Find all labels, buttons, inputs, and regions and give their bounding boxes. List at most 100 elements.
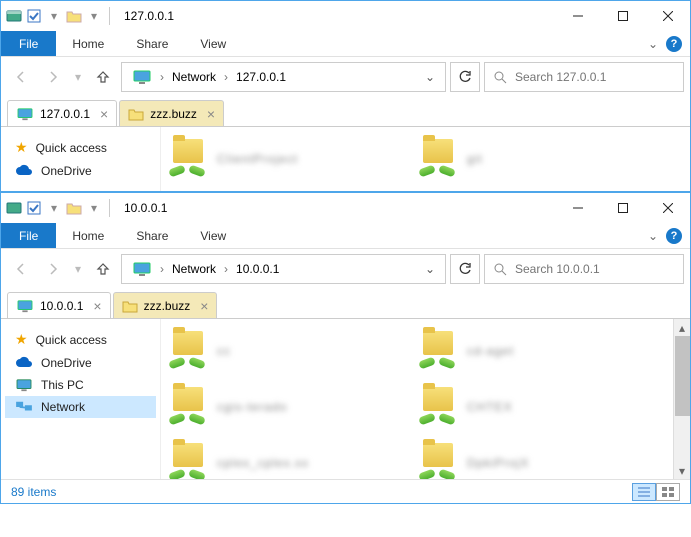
close-tab-icon[interactable]: ×: [207, 107, 215, 121]
qat-overflow-icon[interactable]: ▾: [85, 199, 103, 217]
sidebar-item-onedrive[interactable]: OneDrive: [5, 160, 156, 182]
expand-ribbon-icon[interactable]: ⌄: [648, 229, 658, 243]
minimize-button[interactable]: [555, 193, 600, 223]
address-bar[interactable]: › Network › 10.0.0.1 ⌄: [121, 254, 446, 284]
close-button[interactable]: [645, 1, 690, 31]
minimize-button[interactable]: [555, 1, 600, 31]
chevron-right-icon[interactable]: ›: [224, 262, 228, 276]
refresh-button[interactable]: [450, 254, 480, 284]
doc-tab-host[interactable]: 10.0.0.1 ×: [7, 292, 111, 318]
sidebar-item-quick-access[interactable]: ★ Quick access: [5, 327, 156, 352]
search-box[interactable]: [484, 254, 684, 284]
doc-tab-zzz[interactable]: zzz.buzz ×: [119, 100, 224, 126]
search-box[interactable]: [484, 62, 684, 92]
up-button[interactable]: [89, 63, 117, 91]
sidebar-item-network[interactable]: Network: [5, 396, 156, 418]
ribbon-tab-view[interactable]: View: [184, 223, 242, 248]
up-button[interactable]: [89, 255, 117, 283]
chevron-right-icon[interactable]: ›: [224, 70, 228, 84]
address-dropdown-icon[interactable]: ⌄: [419, 262, 441, 276]
scroll-down-icon[interactable]: ▾: [674, 462, 690, 479]
address-dropdown-icon[interactable]: ⌄: [419, 70, 441, 84]
computer-icon[interactable]: [126, 259, 158, 279]
doc-tab-zzz[interactable]: zzz.buzz ×: [113, 292, 218, 318]
icons-view-button[interactable]: [656, 483, 680, 501]
help-icon[interactable]: ?: [666, 36, 682, 52]
file-tab[interactable]: File: [1, 31, 56, 56]
expand-ribbon-icon[interactable]: ⌄: [648, 37, 658, 51]
checkbox-icon[interactable]: [25, 7, 43, 25]
breadcrumb-network[interactable]: Network: [166, 68, 222, 86]
breadcrumb-host[interactable]: 10.0.0.1: [230, 260, 285, 278]
breadcrumb-host[interactable]: 127.0.0.1: [230, 68, 292, 86]
vertical-scrollbar[interactable]: ▴ ▾: [673, 319, 690, 479]
properties-icon[interactable]: [5, 7, 23, 25]
share-folder-item[interactable]: cplex_cplex.xx: [161, 439, 391, 479]
maximize-button[interactable]: [600, 1, 645, 31]
checkbox-icon[interactable]: [25, 199, 43, 217]
recent-dropdown[interactable]: ▾: [71, 63, 85, 91]
chevron-right-icon[interactable]: ›: [160, 70, 164, 84]
close-tab-icon[interactable]: ×: [200, 299, 208, 313]
refresh-button[interactable]: [450, 62, 480, 92]
search-input[interactable]: [515, 262, 675, 276]
recent-dropdown[interactable]: ▾: [71, 255, 85, 283]
qat-overflow-icon[interactable]: ▾: [85, 7, 103, 25]
chevron-right-icon[interactable]: ›: [160, 262, 164, 276]
back-button[interactable]: [7, 63, 35, 91]
computer-icon: [16, 107, 34, 121]
share-folder-item[interactable]: cc: [161, 327, 391, 375]
scroll-up-icon[interactable]: ▴: [674, 319, 690, 336]
share-folder-item[interactable]: cd-aget: [411, 327, 641, 375]
sidebar-item-label: Quick access: [36, 141, 107, 155]
ribbon-tab-home[interactable]: Home: [56, 223, 120, 248]
doc-tab-label: zzz.buzz: [144, 299, 191, 313]
qat-dropdown-icon[interactable]: ▾: [45, 7, 63, 25]
doc-tab-label: 10.0.0.1: [40, 299, 83, 313]
sidebar-item-onedrive[interactable]: OneDrive: [5, 352, 156, 374]
share-folder-item[interactable]: CHTEX: [411, 383, 641, 431]
quick-access-toolbar: ▾ ▾: [1, 199, 118, 217]
share-folder-item[interactable]: cgis-terado: [161, 383, 391, 431]
ribbon-tab-share[interactable]: Share: [120, 31, 184, 56]
close-button[interactable]: [645, 193, 690, 223]
qat-dropdown-icon[interactable]: ▾: [45, 199, 63, 217]
back-button[interactable]: [7, 255, 35, 283]
network-share-icon: [417, 387, 457, 427]
properties-icon[interactable]: [5, 199, 23, 217]
titlebar[interactable]: ▾ ▾ 127.0.0.1: [1, 1, 690, 31]
ribbon-tab-home[interactable]: Home: [56, 31, 120, 56]
search-input[interactable]: [515, 70, 675, 84]
sidebar-item-label: OneDrive: [41, 356, 92, 370]
ribbon-tab-share[interactable]: Share: [120, 223, 184, 248]
scrollbar-thumb[interactable]: [675, 336, 690, 416]
quick-access-toolbar: ▾ ▾: [1, 7, 118, 25]
window-title: 10.0.0.1: [124, 201, 167, 215]
content-pane[interactable]: cc cd-aget cgis-terado CHTEX cplex_cplex…: [161, 319, 672, 479]
content-pane[interactable]: ClientProject git: [161, 127, 690, 191]
forward-button[interactable]: [39, 63, 67, 91]
details-view-button[interactable]: [632, 483, 656, 501]
share-folder-item[interactable]: DpkiProjX: [411, 439, 641, 479]
close-tab-icon[interactable]: ×: [100, 107, 108, 121]
share-folder-item[interactable]: git: [411, 135, 641, 183]
ribbon-tab-view[interactable]: View: [184, 31, 242, 56]
help-icon[interactable]: ?: [666, 228, 682, 244]
new-folder-icon[interactable]: [65, 7, 83, 25]
sidebar-item-label: This PC: [41, 378, 84, 392]
titlebar[interactable]: ▾ ▾ 10.0.0.1: [1, 193, 690, 223]
sidebar-item-quick-access[interactable]: ★ Quick access: [5, 135, 156, 160]
file-tab[interactable]: File: [1, 223, 56, 248]
close-tab-icon[interactable]: ×: [93, 299, 101, 313]
maximize-button[interactable]: [600, 193, 645, 223]
new-folder-icon[interactable]: [65, 199, 83, 217]
computer-icon[interactable]: [126, 67, 158, 87]
share-folder-item[interactable]: ClientProject: [161, 135, 391, 183]
doc-tab-host[interactable]: 127.0.0.1 ×: [7, 100, 117, 126]
body: ★ Quick access OneDrive This PC Network …: [1, 319, 690, 479]
sidebar-item-this-pc[interactable]: This PC: [5, 374, 156, 396]
address-bar[interactable]: › Network › 127.0.0.1 ⌄: [121, 62, 446, 92]
breadcrumb-network[interactable]: Network: [166, 260, 222, 278]
network-share-icon: [167, 331, 207, 371]
forward-button[interactable]: [39, 255, 67, 283]
